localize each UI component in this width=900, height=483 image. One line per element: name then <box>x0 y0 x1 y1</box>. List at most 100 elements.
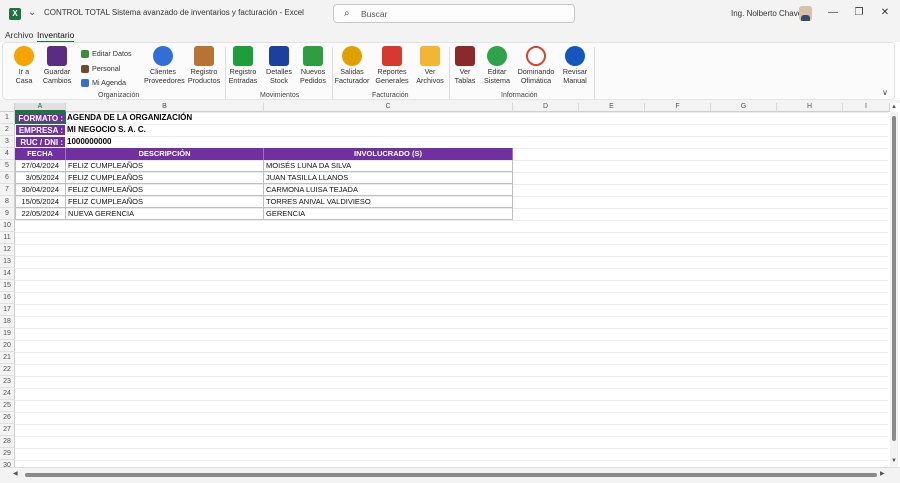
row-header[interactable]: 17 <box>0 304 15 316</box>
group-divider <box>225 47 226 99</box>
minimize-icon[interactable]: — <box>826 6 840 20</box>
tab-archivo[interactable]: Archivo <box>5 30 33 40</box>
row-header[interactable]: 14 <box>0 268 15 280</box>
editar-datos-button[interactable]: Editar Datos <box>81 49 132 58</box>
registro-productos-button[interactable]: Registro Productos <box>187 46 221 85</box>
header-involucrados[interactable]: INVOLUCRADO (S) <box>264 148 513 160</box>
ir-a-casa-button[interactable]: Ir a Casa <box>11 46 37 85</box>
row-header[interactable]: 4 <box>0 148 15 160</box>
descripcion-cell[interactable]: FELIZ CUMPLEAÑOS <box>66 184 264 196</box>
scroll-right-icon[interactable]: ▶ <box>880 470 885 477</box>
empresa-label[interactable]: EMPRESA : <box>15 124 66 136</box>
button-label: Mi Agenda <box>92 78 126 87</box>
close-icon[interactable]: ✕ <box>878 6 892 20</box>
horizontal-scroll-thumb[interactable] <box>25 473 877 477</box>
tab-inventario[interactable]: Inventario <box>37 30 75 43</box>
row-header[interactable]: 8 <box>0 196 15 208</box>
involucrado-cell[interactable]: MOISÉS LUNA DA SILVA <box>264 160 513 172</box>
button-label: Personal <box>92 64 121 73</box>
row-header[interactable]: 28 <box>0 436 15 448</box>
revisar-manual-button[interactable]: Revisar Manual <box>560 46 590 85</box>
column-header-g[interactable]: G <box>711 103 777 112</box>
row-header[interactable]: 9 <box>0 208 15 220</box>
ruc-value[interactable]: 1000000000 <box>66 136 366 148</box>
row-header[interactable]: 10 <box>0 220 15 232</box>
row-header[interactable]: 26 <box>0 412 15 424</box>
row-header[interactable]: 22 <box>0 364 15 376</box>
row-header[interactable]: 23 <box>0 376 15 388</box>
fecha-cell[interactable]: 15/05/2024 <box>15 196 66 208</box>
clientes-proveedores-button[interactable]: Clientes Proveedores <box>144 46 185 85</box>
button-label: Ofimática <box>520 75 552 85</box>
column-header-f[interactable]: F <box>645 103 711 112</box>
column-header-c[interactable]: C <box>264 103 513 112</box>
registro-entradas-button[interactable]: Registro Entradas <box>228 46 258 85</box>
column-header-a[interactable]: A <box>15 103 66 112</box>
fecha-cell[interactable]: 27/04/2024 <box>15 160 66 172</box>
column-header-b[interactable]: B <box>66 103 264 112</box>
salidas-facturador-button[interactable]: Salidas Facturador <box>334 46 370 85</box>
row-header[interactable]: 25 <box>0 400 15 412</box>
select-all-corner[interactable] <box>0 103 15 112</box>
mi-agenda-button[interactable]: Mi Agenda <box>81 78 126 87</box>
personal-button[interactable]: Personal <box>81 64 120 73</box>
fecha-cell[interactable]: 22/05/2024 <box>15 208 66 220</box>
header-fecha[interactable]: FECHA <box>15 148 66 160</box>
editar-sistema-button[interactable]: Editar Sistema <box>482 46 512 85</box>
row-header[interactable]: 5 <box>0 160 15 172</box>
detalles-stock-button[interactable]: Detalles Stock <box>264 46 294 85</box>
row-header[interactable]: 1 <box>0 112 15 124</box>
descripcion-cell[interactable]: FELIZ CUMPLEAÑOS <box>66 196 264 208</box>
fecha-cell[interactable]: 30/04/2024 <box>15 184 66 196</box>
header-descripcion[interactable]: DESCRIPCIÓN <box>66 148 264 160</box>
row-header[interactable]: 2 <box>0 124 15 136</box>
user-name[interactable]: Ing. Nolberto Chavez <box>731 9 806 18</box>
row-header[interactable]: 7 <box>0 184 15 196</box>
involucrado-cell[interactable]: TORRES ANIVAL VALDIVIESO <box>264 196 513 208</box>
scroll-up-icon[interactable]: ▲ <box>891 104 897 110</box>
stock-icon <box>269 46 289 66</box>
column-header-d[interactable]: D <box>513 103 579 112</box>
row-header[interactable]: 27 <box>0 424 15 436</box>
search-input[interactable]: ⌕ Buscar <box>333 4 575 23</box>
quick-access-icon[interactable]: ⌄ <box>28 7 40 19</box>
descripcion-cell[interactable]: NUEVA GERENCIA <box>66 208 264 220</box>
dominando-ofimatica-button[interactable]: Dominando Ofimática <box>516 46 556 85</box>
row-header[interactable]: 29 <box>0 448 15 460</box>
collapse-ribbon-icon[interactable]: ∨ <box>882 88 888 97</box>
column-header-h[interactable]: H <box>777 103 843 112</box>
row-header[interactable]: 6 <box>0 172 15 184</box>
row-header[interactable]: 18 <box>0 316 15 328</box>
restore-icon[interactable]: ❐ <box>852 6 866 20</box>
ver-tablas-button[interactable]: Ver Tablas <box>452 46 478 85</box>
row-header[interactable]: 15 <box>0 280 15 292</box>
row-header[interactable]: 11 <box>0 232 15 244</box>
involucrado-cell[interactable]: JUAN TASILLA LLANOS <box>264 172 513 184</box>
column-header-i[interactable]: I <box>843 103 890 112</box>
row-header[interactable]: 20 <box>0 340 15 352</box>
empresa-value[interactable]: MI NEGOCIO S. A. C. <box>66 124 366 136</box>
row-header[interactable]: 16 <box>0 292 15 304</box>
row-header[interactable]: 21 <box>0 352 15 364</box>
row-header[interactable]: 13 <box>0 256 15 268</box>
reportes-generales-button[interactable]: Reportes Generales <box>375 46 409 85</box>
vertical-scroll-thumb[interactable] <box>892 116 896 441</box>
scroll-left-icon[interactable]: ◀ <box>13 470 18 477</box>
ruc-label[interactable]: RUC / DNI : <box>15 136 66 148</box>
involucrado-cell[interactable]: GERENCIA <box>264 208 513 220</box>
fecha-cell[interactable]: 3/05/2024 <box>15 172 66 184</box>
scroll-down-icon[interactable]: ▼ <box>891 458 897 464</box>
descripcion-cell[interactable]: FELIZ CUMPLEAÑOS <box>66 160 264 172</box>
involucrado-cell[interactable]: CARMONA LUISA TEJADA <box>264 184 513 196</box>
formato-value[interactable]: AGENDA DE LA ORGANIZACIÓN <box>66 112 366 124</box>
row-header[interactable]: 12 <box>0 244 15 256</box>
avatar[interactable] <box>799 6 812 21</box>
guardar-cambios-button[interactable]: Guardar Cambios <box>42 46 72 85</box>
row-header[interactable]: 24 <box>0 388 15 400</box>
column-header-e[interactable]: E <box>579 103 645 112</box>
row-header[interactable]: 19 <box>0 328 15 340</box>
ver-archivos-button[interactable]: Ver Archivos <box>415 46 445 85</box>
row-header[interactable]: 3 <box>0 136 15 148</box>
descripcion-cell[interactable]: FELIZ CUMPLEAÑOS <box>66 172 264 184</box>
nuevos-pedidos-button[interactable]: Nuevos Pedidos <box>298 46 328 85</box>
